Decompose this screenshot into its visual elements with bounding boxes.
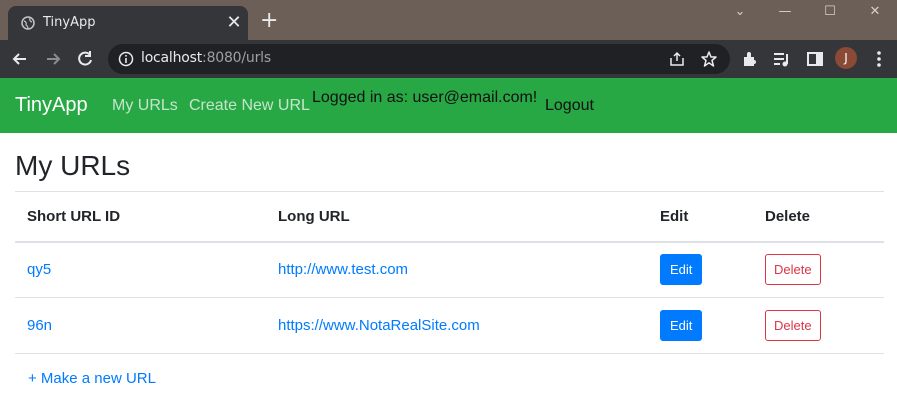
url-text: localhost:8080/urls	[141, 50, 271, 66]
make-new-url-link[interactable]: + Make a new URL	[28, 370, 156, 387]
short-url-link[interactable]: qy5	[27, 261, 51, 278]
share-icon[interactable]	[668, 50, 686, 68]
table-row: 96n https://www.NotaRealSite.com Edit De…	[15, 298, 884, 354]
logout-button[interactable]: Logout	[545, 97, 594, 115]
address-bar[interactable]: localhost:8080/urls	[108, 44, 730, 74]
tab-search-icon[interactable]: ⌄	[730, 4, 750, 19]
media-queue-icon[interactable]	[772, 49, 792, 69]
long-url-link[interactable]: https://www.NotaRealSite.com	[278, 317, 480, 334]
new-tab-button[interactable]: +	[260, 10, 278, 32]
maximize-icon[interactable]: ☐	[820, 4, 840, 19]
side-panel-icon[interactable]	[805, 49, 825, 69]
logged-in-text: Logged in as: user@email.com!	[312, 89, 538, 106]
column-header-delete: Delete	[765, 207, 811, 225]
close-window-icon[interactable]: ✕	[865, 4, 885, 19]
back-icon[interactable]	[10, 49, 30, 69]
info-icon[interactable]	[118, 51, 134, 67]
tab-title: TinyApp	[43, 15, 96, 30]
page-title: My URLs	[15, 150, 131, 181]
minimize-icon[interactable]: —	[775, 4, 795, 19]
extensions-icon[interactable]	[740, 49, 760, 69]
long-url-link[interactable]: http://www.test.com	[278, 261, 408, 278]
browser-tabstrip: TinyApp ✕ + ⌄ — ☐ ✕	[0, 0, 897, 40]
delete-button[interactable]: Delete	[765, 310, 821, 341]
table-header-row: Short URL ID Long URL Edit Delete	[15, 191, 884, 242]
browser-toolbar: localhost:8080/urls J	[0, 40, 897, 78]
browser-tab[interactable]: TinyApp ✕	[8, 6, 248, 40]
table-row: qy5 http://www.test.com Edit Delete	[15, 242, 884, 298]
edit-button[interactable]: Edit	[660, 254, 703, 286]
forward-icon[interactable]	[43, 49, 63, 69]
edit-button[interactable]: Edit	[660, 310, 703, 341]
reload-icon[interactable]	[75, 49, 95, 69]
close-tab-icon[interactable]: ✕	[226, 13, 242, 31]
brand-link[interactable]: TinyApp	[15, 94, 88, 117]
nav-my-urls[interactable]: My URLs	[112, 97, 178, 115]
nav-create-new-url[interactable]: Create New URL	[189, 97, 310, 115]
short-url-link[interactable]: 96n	[27, 317, 52, 334]
column-header-edit: Edit	[660, 207, 689, 225]
globe-icon	[21, 16, 35, 30]
urls-table: Short URL ID Long URL Edit Delete qy5 ht…	[15, 191, 884, 354]
more-menu-icon[interactable]	[869, 49, 889, 69]
column-header-long-url: Long URL	[278, 207, 350, 225]
profile-avatar[interactable]: J	[835, 47, 857, 69]
bookmark-star-icon[interactable]	[700, 50, 718, 68]
app-navbar: TinyApp My URLs Create New URL Logged in…	[0, 78, 897, 133]
delete-button[interactable]: Delete	[765, 254, 821, 286]
column-header-short-url: Short URL ID	[27, 207, 121, 225]
